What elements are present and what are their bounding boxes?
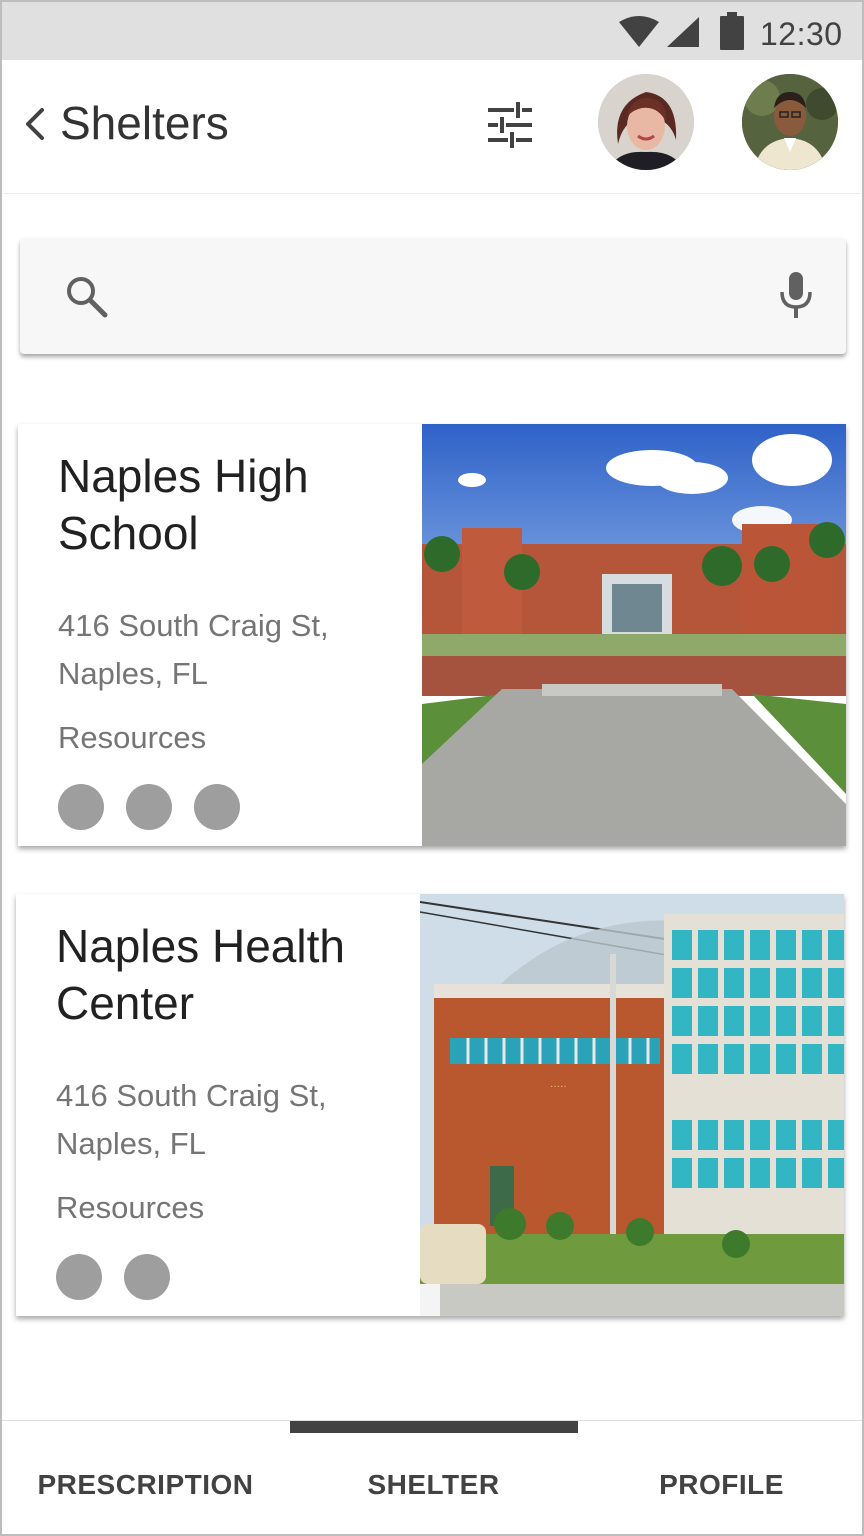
resource-dot [126,784,172,830]
resource-dot [194,784,240,830]
resource-dots [58,784,262,830]
avatar-woman[interactable] [598,74,694,170]
shelter-name: Naples High School [58,450,309,559]
avatar-man[interactable] [742,74,838,170]
status-time: 12:30 [760,16,843,52]
tab-label: PRESCRIPTION [37,1469,254,1500]
app-bar: Shelters [2,60,862,194]
signal-icon [667,17,699,47]
search-input[interactable] [130,266,740,326]
shelter-photo-school [422,424,846,846]
page-title: Shelters [60,97,229,149]
resource-dots [56,1254,192,1300]
search-icon [67,277,108,318]
resources-label: Resources [56,1190,205,1225]
mic-icon[interactable] [776,270,816,320]
tab-label: PROFILE [659,1469,784,1500]
tab-prescription[interactable]: PRESCRIPTION [2,1421,289,1534]
svg-text:·····: ····· [550,1082,567,1093]
shelter-card-naples-health-center[interactable]: Naples Health Center 416 South Craig St,… [16,894,844,1316]
tab-label: SHELTER [367,1469,500,1500]
resources-label: Resources [58,720,207,755]
shelter-address: 416 South Craig St, Naples, FL [56,1078,327,1161]
filter-sliders-icon[interactable] [486,102,534,148]
back-arrow-icon[interactable] [22,106,46,142]
tab-profile[interactable]: PROFILE [578,1421,862,1534]
shelter-address: 416 South Craig St, Naples, FL [58,608,329,691]
status-bar: 12:30 [2,2,862,60]
shelter-photo-health-center: ····· [420,894,844,1316]
search-bar[interactable] [20,238,846,354]
shelter-card-naples-high-school[interactable]: Naples High School 416 South Craig St, N… [18,424,846,846]
wifi-icon [619,16,659,47]
shelter-name: Naples Health Center [56,920,345,1029]
bottom-navigation: PRESCRIPTION SHELTER PROFILE [2,1420,862,1534]
app-frame: 12:30 Shelters Naples High School 416 So… [0,0,864,1536]
resource-dot [56,1254,102,1300]
resource-dot [124,1254,170,1300]
battery-icon [720,12,744,50]
tab-shelter[interactable]: SHELTER [290,1421,577,1534]
resource-dot [58,784,104,830]
